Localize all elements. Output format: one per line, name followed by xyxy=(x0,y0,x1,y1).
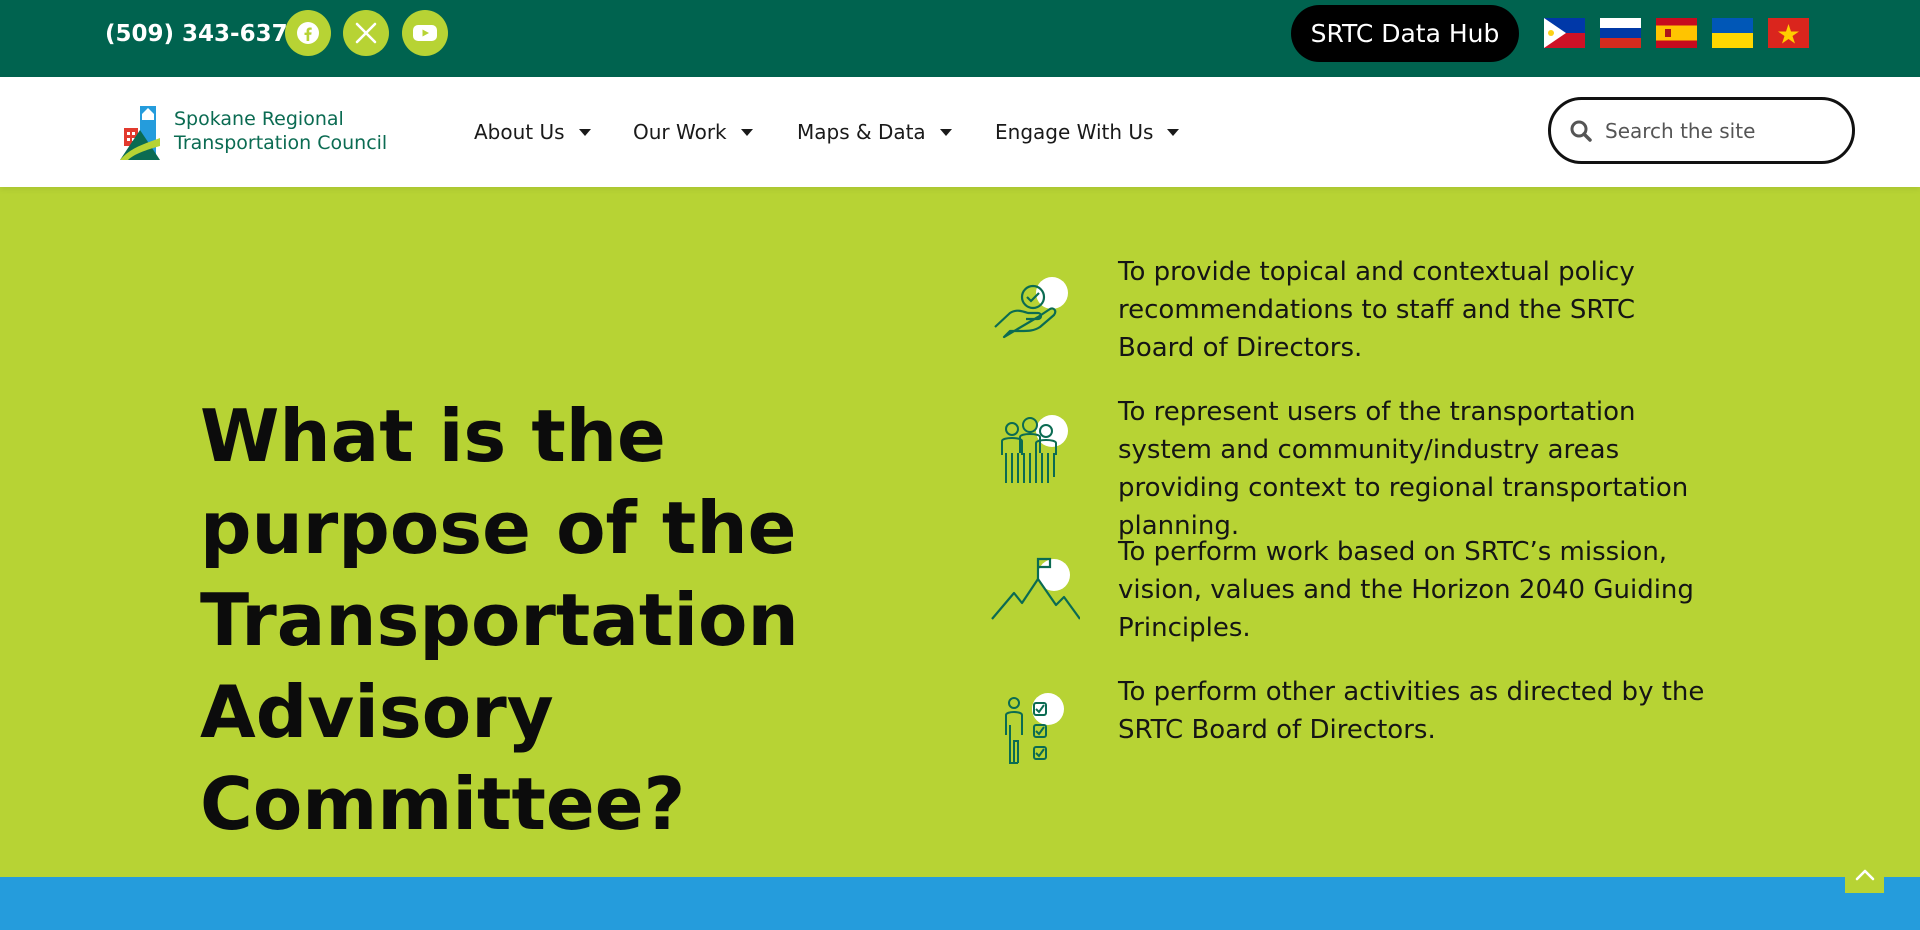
person-checklist-icon xyxy=(990,685,1080,775)
back-to-top-button[interactable] xyxy=(1845,856,1884,893)
nav-maps-data[interactable]: Maps & Data xyxy=(797,119,952,145)
nav-about-us[interactable]: About Us xyxy=(474,119,591,145)
nav-our-work-label: Our Work xyxy=(633,120,727,144)
page-heading: What is the purpose of the Transportatio… xyxy=(200,394,799,846)
purpose-text: To perform work based on SRTC’s mission,… xyxy=(1118,537,1694,643)
data-hub-button[interactable]: SRTC Data Hub xyxy=(1291,5,1519,62)
phone-number[interactable]: (509) 343-6370 xyxy=(105,19,304,49)
logo-line-1: Spokane Regional xyxy=(174,108,344,130)
nav-our-work[interactable]: Our Work xyxy=(633,119,753,145)
chevron-up-icon xyxy=(1855,869,1874,880)
nav-maps-data-label: Maps & Data xyxy=(797,120,926,144)
youtube-icon[interactable] xyxy=(402,10,448,56)
search-input[interactable] xyxy=(1603,117,1847,144)
caret-down-icon[interactable] xyxy=(740,128,753,136)
footer-band xyxy=(0,877,1920,930)
purpose-text: To provide topical and contextual policy… xyxy=(1118,257,1636,363)
main-navigation: Spokane Regional Transportation Council … xyxy=(0,77,1920,187)
nav-engage-with-us[interactable]: Engage With Us xyxy=(995,119,1180,145)
caret-down-icon[interactable] xyxy=(578,128,591,136)
spain-flag[interactable] xyxy=(1656,18,1697,48)
hand-check-icon xyxy=(990,265,1080,355)
philippines-flag[interactable] xyxy=(1544,18,1585,48)
facebook-icon[interactable] xyxy=(285,10,331,56)
x-twitter-icon[interactable] xyxy=(343,10,389,56)
nav-engage-with-us-label: Engage With Us xyxy=(995,120,1154,144)
search-icon[interactable] xyxy=(1569,119,1593,143)
ukraine-flag[interactable] xyxy=(1712,18,1753,48)
caret-down-icon[interactable] xyxy=(939,128,952,136)
nav-about-us-label: About Us xyxy=(474,120,565,144)
purpose-text: To perform other activities as directed … xyxy=(1118,677,1705,745)
caret-down-icon[interactable] xyxy=(1167,128,1180,136)
russia-flag[interactable] xyxy=(1600,18,1641,48)
top-bar: (509) 343-6370 SRTC Data Hub xyxy=(0,0,1920,77)
logo-line-2: Transportation Council xyxy=(174,132,388,154)
logo-text[interactable]: Spokane Regional Transportation Council xyxy=(174,107,387,155)
mountain-flag-icon xyxy=(990,545,1081,635)
purpose-text: To represent users of the transportation… xyxy=(1118,397,1689,541)
people-group-icon xyxy=(990,405,1080,495)
search-box[interactable] xyxy=(1548,97,1855,164)
vietnam-flag[interactable] xyxy=(1768,18,1809,48)
